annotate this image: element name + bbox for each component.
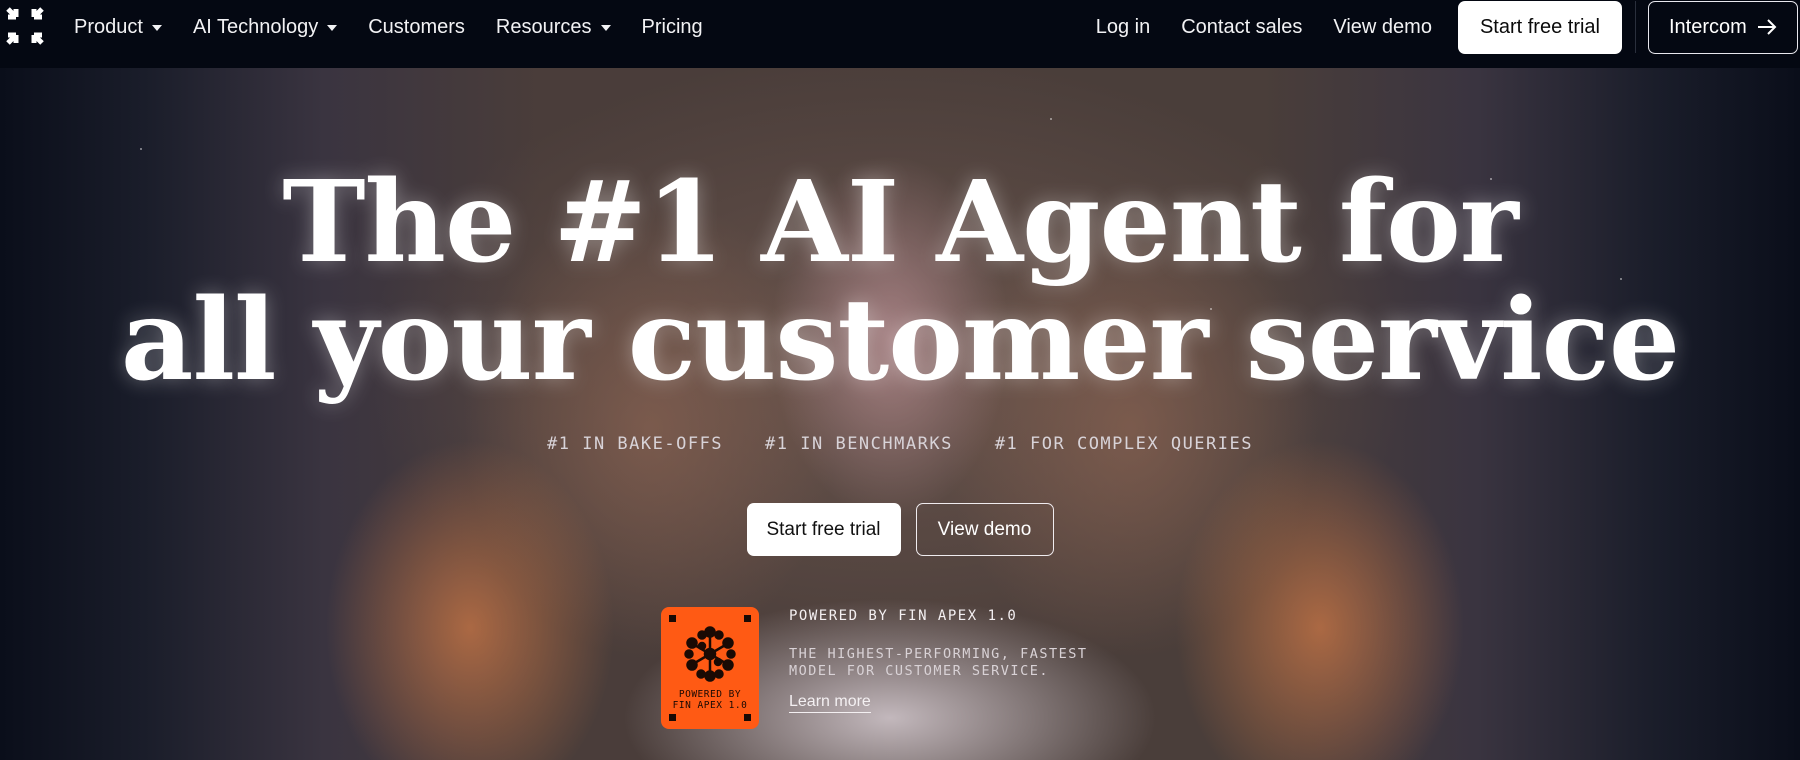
- contact-sales-link[interactable]: Contact sales: [1181, 16, 1302, 39]
- badge-corner: [744, 714, 751, 721]
- fin-apex-info: POWERED BY FIN APEX 1.0 THE HIGHEST-PERF…: [789, 608, 1129, 713]
- hero-cta-row: Start free trial View demo: [0, 503, 1800, 556]
- caret-down-icon: [151, 25, 162, 31]
- fin-network-icon: [684, 626, 736, 682]
- intercom-button-label: Intercom: [1669, 15, 1747, 38]
- nav-divider: [1635, 1, 1636, 53]
- start-free-trial-button[interactable]: Start free trial: [1457, 0, 1622, 54]
- nav-item-label: Resources: [495, 15, 592, 38]
- tag-benchmarks: #1 IN BENCHMARKS: [765, 434, 953, 454]
- login-link[interactable]: Log in: [1096, 16, 1151, 39]
- caret-down-icon: [600, 25, 611, 31]
- learn-more-link[interactable]: Learn more: [789, 693, 871, 713]
- hero-headline: The #1 AI Agent for all your customer se…: [0, 164, 1800, 400]
- fin-apex-badge[interactable]: POWERED BY FIN APEX 1.0: [661, 607, 759, 729]
- nav-item-ai-technology[interactable]: AI Technology: [192, 15, 338, 39]
- fin-apex-description-line-2: MODEL FOR CUSTOMER SERVICE.: [789, 663, 1049, 679]
- nav-item-label: Product: [74, 15, 143, 38]
- badge-corner: [669, 714, 676, 721]
- fin-apex-description: THE HIGHEST-PERFORMING, FASTEST MODEL FO…: [789, 646, 1129, 680]
- badge-caption-line-1: POWERED BY: [678, 689, 742, 700]
- top-navigation-bar: Product AI Technology Customers Resource…: [0, 0, 1800, 68]
- intercom-logo-icon[interactable]: [4, 5, 46, 47]
- intercom-button[interactable]: Intercom: [1648, 0, 1798, 54]
- nav-item-label: AI Technology: [192, 15, 319, 38]
- view-demo-link[interactable]: View demo: [1333, 16, 1432, 39]
- hero-headline-line-2: all your customer service: [120, 275, 1680, 406]
- nav-item-product[interactable]: Product: [74, 16, 162, 39]
- badge-caption: POWERED BY FIN APEX 1.0: [661, 689, 759, 711]
- nav-item-resources[interactable]: Resources: [496, 16, 611, 39]
- tag-bake-offs: #1 IN BAKE-OFFS: [547, 434, 724, 454]
- nav-item-label: Pricing: [641, 15, 703, 38]
- hero-start-free-trial-button[interactable]: Start free trial: [746, 503, 901, 556]
- badge-corner: [669, 615, 676, 622]
- badge-corner: [744, 615, 751, 622]
- badge-caption-line-2: FIN APEX 1.0: [672, 700, 748, 711]
- hero-section: The #1 AI Agent for all your customer se…: [0, 68, 1800, 760]
- fin-apex-description-line-1: THE HIGHEST-PERFORMING, FASTEST: [789, 646, 1088, 662]
- nav-item-customers[interactable]: Customers: [368, 16, 465, 39]
- hero-headline-line-1: The #1 AI Agent for: [282, 157, 1519, 288]
- secondary-nav: Log in Contact sales View demo Start fre…: [1096, 0, 1800, 54]
- fin-apex-title: POWERED BY FIN APEX 1.0: [789, 608, 1018, 624]
- nav-item-pricing[interactable]: Pricing: [642, 16, 703, 39]
- hero-tagline: #1 IN BAKE-OFFS #1 IN BENCHMARKS #1 FOR …: [0, 434, 1800, 454]
- nav-item-label: Customers: [368, 15, 465, 38]
- tag-complex-queries: #1 FOR COMPLEX QUERIES: [994, 434, 1253, 454]
- primary-nav: Product AI Technology Customers Resource…: [74, 0, 734, 54]
- arrow-right-icon: [1758, 19, 1777, 35]
- hero-view-demo-button[interactable]: View demo: [915, 503, 1054, 556]
- caret-down-icon: [327, 25, 338, 31]
